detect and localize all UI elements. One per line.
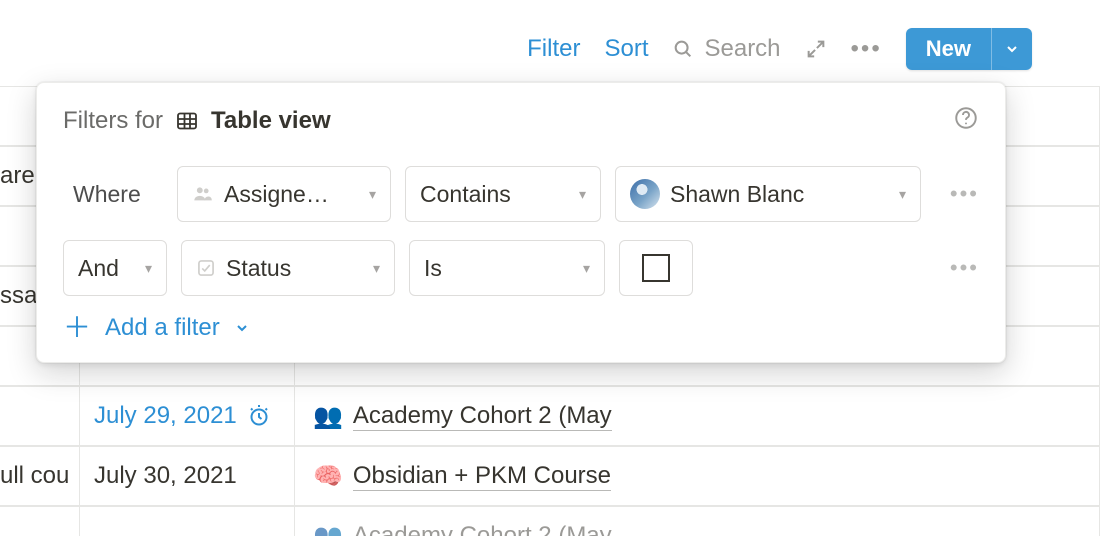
row-more-icon[interactable]: ••• (950, 181, 979, 207)
conjunction-select[interactable]: And ▾ (63, 240, 167, 296)
plus-icon: ＋ (63, 314, 91, 342)
help-icon[interactable] (953, 105, 979, 136)
property-select[interactable]: Status ▾ (181, 240, 395, 296)
property-label: Assigne… (224, 181, 329, 208)
chevron-down-icon: ▾ (369, 186, 376, 203)
value-select[interactable]: Shawn Blanc ▾ (615, 166, 921, 222)
filter-row: And ▾ Status ▾ Is ▾ ••• (63, 240, 979, 296)
view-name: Table view (211, 107, 331, 135)
date-cell[interactable]: July 30, 2021 (80, 447, 295, 505)
chevron-down-icon (234, 320, 250, 336)
chevron-down-icon: ▾ (373, 260, 380, 277)
chevron-down-icon: ▾ (899, 186, 906, 203)
page-title: Academy Cohort 2 (May (353, 522, 612, 536)
panel-prefix: Filters for (63, 107, 163, 135)
search-icon (672, 38, 694, 60)
checkbox-icon (196, 258, 216, 278)
filter-button[interactable]: Filter (527, 35, 580, 63)
panel-title: Filters for Table view (63, 107, 331, 135)
cell-text: ssa (0, 282, 37, 310)
chevron-down-icon: ▾ (145, 260, 152, 277)
avatar (630, 179, 660, 209)
condition-select[interactable]: Contains ▾ (405, 166, 601, 222)
page-cell[interactable]: 👥 Academy Cohort 2 (May (295, 387, 1100, 445)
clock-icon (247, 404, 271, 428)
date-text: July 29, 2021 (94, 402, 237, 430)
conjunction-label: And (78, 255, 119, 282)
new-button[interactable]: New (906, 28, 991, 70)
table-row[interactable]: ull cou July 30, 2021 🧠 Obsidian + PKM C… (0, 446, 1100, 506)
table-row[interactable]: July 29, 2021 👥 Academy Cohort 2 (May (0, 386, 1100, 446)
people-icon: 👥 (313, 402, 343, 431)
chevron-down-icon (1004, 41, 1020, 57)
view-toolbar: Filter Sort Search ••• New (527, 28, 1032, 70)
cell-text: ull cou (0, 462, 69, 490)
condition-select[interactable]: Is ▾ (409, 240, 605, 296)
property-label: Status (226, 255, 291, 282)
date-cell[interactable]: July 29, 2021 (80, 387, 295, 445)
people-icon: 👥 (313, 522, 343, 536)
table-row[interactable]: 👥 Academy Cohort 2 (May (0, 506, 1100, 536)
more-icon[interactable]: ••• (851, 37, 882, 61)
value-checkbox[interactable] (619, 240, 693, 296)
condition-label: Contains (420, 181, 511, 208)
page-cell[interactable]: 👥 Academy Cohort 2 (May (295, 507, 1100, 536)
add-filter-button[interactable]: ＋ Add a filter (63, 314, 979, 342)
checkbox-empty-icon (642, 254, 670, 282)
expand-icon[interactable] (805, 38, 827, 60)
search-button[interactable]: Search (672, 35, 780, 63)
conjunction-label: Where (63, 181, 163, 208)
chevron-down-icon: ▾ (583, 260, 590, 277)
people-icon (192, 183, 214, 205)
table-icon (175, 109, 199, 133)
filter-panel: Filters for Table view Where Assigne… ▾ … (36, 82, 1006, 363)
search-label: Search (704, 35, 780, 63)
cell-text: are (0, 162, 35, 190)
chevron-down-icon: ▾ (579, 186, 586, 203)
value-label: Shawn Blanc (670, 181, 804, 208)
condition-label: Is (424, 255, 442, 282)
new-button-group: New (906, 28, 1032, 70)
brain-icon: 🧠 (313, 462, 343, 491)
date-text: July 30, 2021 (94, 462, 237, 490)
sort-button[interactable]: Sort (604, 35, 648, 63)
page-cell[interactable]: 🧠 Obsidian + PKM Course (295, 447, 1100, 505)
filter-row: Where Assigne… ▾ Contains ▾ Shawn Blanc … (63, 166, 979, 222)
new-dropdown-button[interactable] (991, 28, 1032, 70)
property-select[interactable]: Assigne… ▾ (177, 166, 391, 222)
row-more-icon[interactable]: ••• (950, 255, 979, 281)
page-title: Academy Cohort 2 (May (353, 402, 612, 431)
add-filter-label: Add a filter (105, 314, 220, 342)
page-title: Obsidian + PKM Course (353, 462, 611, 491)
